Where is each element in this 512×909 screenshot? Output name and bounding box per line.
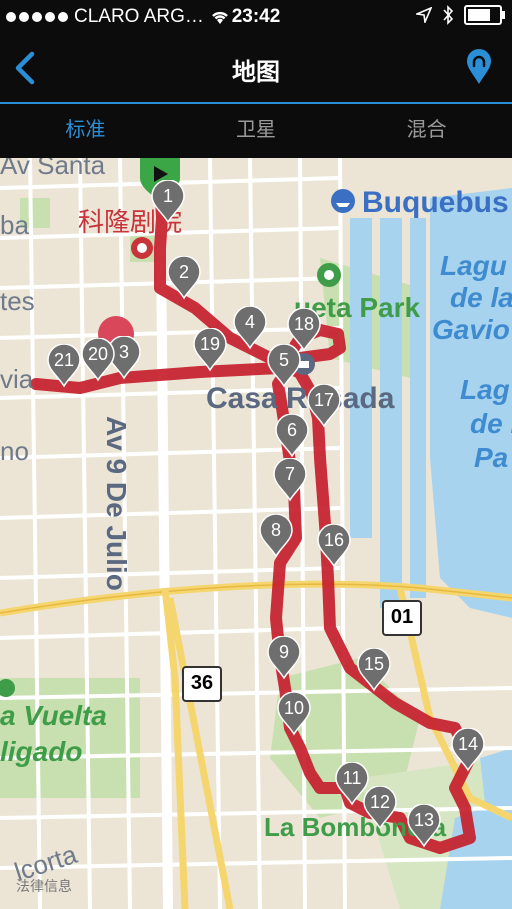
- map-pin-icon[interactable]: [464, 48, 494, 86]
- route-marker-number: 20: [87, 344, 109, 364]
- navigation-bar: 地图: [0, 34, 512, 104]
- route-marker-number: 13: [413, 810, 435, 830]
- location-arrow-icon: [416, 7, 432, 23]
- map-label-la-vuelta-2: ligado: [0, 736, 83, 767]
- route-marker-number: 5: [278, 350, 289, 370]
- route-marker-number: 16: [323, 530, 345, 550]
- route-marker-number: 10: [283, 698, 305, 718]
- tab-standard[interactable]: 标准: [0, 104, 171, 158]
- route-marker-14[interactable]: 14: [450, 728, 486, 772]
- battery-icon: [464, 5, 505, 25]
- route-marker-16[interactable]: 16: [316, 524, 352, 568]
- tab-hybrid[interactable]: 混合: [341, 104, 512, 158]
- route-marker-number: 19: [199, 334, 221, 354]
- route-marker-13[interactable]: 13: [406, 804, 442, 848]
- map-label-laguna-6: Pa: [474, 442, 509, 473]
- route-marker-19[interactable]: 19: [192, 328, 228, 372]
- route-marker-number: 17: [313, 390, 335, 410]
- route-marker-1[interactable]: 1: [150, 180, 186, 224]
- map-base: [0, 158, 512, 909]
- map-label-av-santa: Av Santa: [0, 158, 106, 180]
- route-marker-7[interactable]: 7: [272, 458, 308, 502]
- route-marker-18[interactable]: 18: [286, 308, 322, 352]
- map-label-laguna-5: de l: [470, 408, 512, 439]
- route-marker-number: 18: [293, 314, 315, 334]
- map-label-via: via: [0, 364, 34, 394]
- route-marker-number: 21: [53, 350, 75, 370]
- legal-link[interactable]: 法律信息: [16, 876, 72, 896]
- route-marker-number: 12: [369, 792, 391, 812]
- route-marker-number: 4: [244, 312, 255, 332]
- map-label-tes: tes: [0, 286, 35, 316]
- route-marker-20[interactable]: 20: [80, 338, 116, 382]
- route-marker-2[interactable]: 2: [166, 256, 202, 300]
- zoo-icon: [317, 263, 341, 287]
- route-marker-21[interactable]: 21: [46, 344, 82, 388]
- route-marker-number: 6: [286, 420, 297, 440]
- map-label-laguna-3: Gavio: [432, 314, 510, 345]
- map-label-laguna-1: Lagu: [440, 250, 507, 281]
- route-marker-6[interactable]: 6: [274, 414, 310, 458]
- theater-icon: [131, 237, 153, 259]
- map-label-ba: ba: [0, 210, 29, 240]
- map-label-no: no: [0, 436, 29, 466]
- route-marker-4[interactable]: 4: [232, 306, 268, 350]
- route-marker-number: 7: [284, 464, 295, 484]
- page-title: 地图: [232, 59, 280, 86]
- route-marker-9[interactable]: 9: [266, 636, 302, 680]
- map-label-laguna-4: Lag: [460, 374, 510, 405]
- ferry-icon: [331, 189, 355, 213]
- route-shield-01: 01: [382, 600, 422, 636]
- route-marker-12[interactable]: 12: [362, 786, 398, 830]
- route-shield-36: 36: [182, 666, 222, 702]
- route-marker-number: 14: [457, 734, 479, 754]
- status-right: [416, 5, 505, 25]
- route-marker-number: 2: [178, 262, 189, 282]
- map-label-buquebus: Buquebus: [362, 186, 509, 219]
- route-marker-number: 1: [162, 186, 173, 206]
- route-marker-number: 8: [270, 520, 281, 540]
- tab-satellite[interactable]: 卫星: [171, 104, 342, 158]
- map-view[interactable]: Av Santa 科隆剧院 ba tes via no Buquebus uet…: [0, 158, 512, 909]
- map-label-av-9-de-julio: Av 9 De Julio: [101, 416, 132, 591]
- bluetooth-icon: [443, 5, 454, 25]
- park-poi-icon: [0, 679, 15, 697]
- route-marker-number: 15: [363, 654, 385, 674]
- route-marker-17[interactable]: 17: [306, 384, 342, 428]
- route-marker-number: 9: [278, 642, 289, 662]
- route-marker-8[interactable]: 8: [258, 514, 294, 558]
- status-bar: CLARO ARG… 23:42: [0, 0, 512, 34]
- map-label-la-vuelta-1: a Vuelta: [0, 700, 107, 731]
- route-marker-10[interactable]: 10: [276, 692, 312, 736]
- map-label-laguna-2: de la: [450, 282, 512, 313]
- map-type-tabs: 标准 卫星 混合: [0, 104, 512, 158]
- route-marker-15[interactable]: 15: [356, 648, 392, 692]
